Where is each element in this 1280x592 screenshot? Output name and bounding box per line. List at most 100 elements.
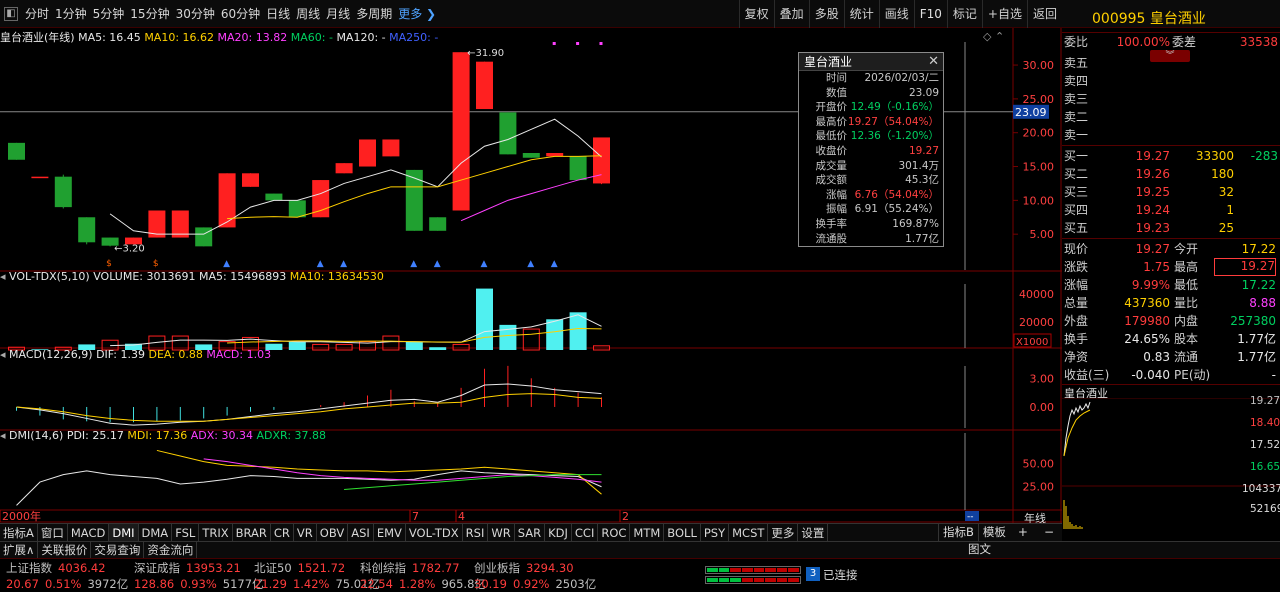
candle-body bbox=[195, 227, 213, 247]
index-item[interactable]: 科创综指 1782.77 22.54 1.28% 965.8亿 bbox=[360, 560, 486, 591]
indicator-tab[interactable]: ASI bbox=[348, 524, 374, 542]
indicator-tab[interactable]: CCI bbox=[572, 524, 599, 542]
stat-row: 外盘 179980 内盘 257380 bbox=[1062, 312, 1280, 330]
period-tab-month[interactable]: 月线 bbox=[323, 0, 353, 28]
stat-value-left: 0.83 bbox=[1143, 350, 1170, 364]
period-tab-day[interactable]: 日线 bbox=[263, 0, 293, 28]
tooltip-row: 振幅 6.91（55.24%） bbox=[799, 202, 943, 217]
indicator-b-tab[interactable]: 指标B bbox=[938, 524, 978, 541]
price-axis-label: 10.00 bbox=[1023, 194, 1055, 207]
tooltip-row-label: 换手率 bbox=[815, 217, 848, 230]
indicator-tab[interactable]: 指标A bbox=[0, 524, 38, 542]
window-menu-icon[interactable]: ◧ bbox=[4, 6, 18, 21]
indicator-tab[interactable]: DMI bbox=[109, 524, 139, 542]
connection-status: 已连接 bbox=[823, 568, 858, 582]
period-tab-week[interactable]: 周线 bbox=[293, 0, 323, 28]
indicator-tab[interactable]: MTM bbox=[630, 524, 665, 542]
index-pct: 1.28% bbox=[398, 577, 436, 591]
chevron-up-icon[interactable]: ⌃ bbox=[995, 30, 1004, 43]
period-tab-60min[interactable]: 60分钟 bbox=[218, 0, 263, 28]
indicator-tab[interactable]: WR bbox=[488, 524, 515, 542]
signal-marker-icon: ▲ bbox=[410, 259, 417, 269]
stat-row: 收益(三) -0.040 PE(动) - bbox=[1062, 366, 1280, 384]
period-tab-15min[interactable]: 15分钟 bbox=[127, 0, 172, 28]
signal-marker-icon: ▲ bbox=[223, 259, 230, 269]
indicator-tab[interactable]: 设置 bbox=[798, 524, 829, 542]
diamond-icon[interactable]: ◇ bbox=[983, 30, 991, 43]
multi-stock-button[interactable]: 多股 bbox=[808, 0, 844, 28]
add-watchlist-button[interactable]: +自选 bbox=[981, 0, 1027, 28]
f10-button[interactable]: F10 bbox=[913, 0, 947, 28]
buy-price: 19.26 bbox=[1135, 167, 1170, 181]
period-tab-fenshi[interactable]: 分时 bbox=[22, 0, 52, 28]
buy-row: 买五 19.23 25 bbox=[1062, 219, 1280, 237]
extension-tab[interactable]: 扩展∧ bbox=[0, 542, 39, 559]
tooltip-row: 成交量 301.4万 bbox=[799, 159, 943, 174]
extension-tab[interactable]: 资金流向 bbox=[144, 542, 198, 559]
indicator-tab[interactable]: BOLL bbox=[664, 524, 701, 542]
crosshair-price-label: 23.09 bbox=[1015, 106, 1047, 119]
extension-tab[interactable]: 交易查询 bbox=[91, 542, 145, 559]
draw-line-button[interactable]: 画线 bbox=[878, 0, 914, 28]
stat-row: 涨跌 1.75 最高 19.27 bbox=[1062, 258, 1280, 276]
indicator-tab[interactable]: DMA bbox=[139, 524, 173, 542]
close-icon[interactable]: ✕ bbox=[928, 54, 939, 69]
index-item[interactable]: 上证指数 4036.42 20.67 0.51% 3972亿 bbox=[6, 560, 128, 591]
stat-value-left: -0.040 bbox=[1131, 368, 1170, 382]
buy-level-label: 买五 bbox=[1064, 221, 1089, 235]
index-item[interactable]: 深证成指 13953.21 128.86 0.93% 5177亿 bbox=[134, 560, 264, 591]
period-tab-multi[interactable]: 多周期 bbox=[353, 0, 395, 28]
period-tab-30min[interactable]: 30分钟 bbox=[173, 0, 218, 28]
high-annotation: ←31.90 bbox=[467, 48, 504, 59]
tuwen-tab[interactable]: 图文 bbox=[968, 542, 991, 557]
sell-level-label: 卖五 bbox=[1064, 56, 1089, 70]
sell-price bbox=[1100, 108, 1170, 126]
index-pct: 0.51% bbox=[44, 577, 82, 591]
indicator-tab[interactable]: SAR bbox=[515, 524, 546, 542]
index-line2: 20.67 0.51% 3972亿 bbox=[6, 576, 128, 592]
buy-row: 买一 19.27 33300 -283 bbox=[1062, 147, 1280, 165]
period-tab-5min[interactable]: 5分钟 bbox=[90, 0, 128, 28]
buy-change bbox=[1234, 201, 1278, 219]
template-tab[interactable]: 模板 bbox=[977, 524, 1010, 541]
indicator-tab[interactable]: 更多 bbox=[768, 524, 799, 542]
index-item[interactable]: 北证50 1521.72 21.29 1.42% 75.01亿 bbox=[254, 560, 380, 591]
indicator-tab[interactable]: VR bbox=[294, 524, 317, 542]
indicator-tab[interactable]: VOL-TDX bbox=[406, 524, 463, 542]
stats-button[interactable]: 统计 bbox=[843, 0, 879, 28]
indicator-tab[interactable]: OBV bbox=[317, 524, 349, 542]
indicator-tab[interactable]: MCST bbox=[729, 524, 769, 542]
buy-volume: 1 bbox=[1226, 203, 1234, 217]
indicator-tab[interactable]: KDJ bbox=[545, 524, 572, 542]
indicator-tab[interactable]: PSY bbox=[701, 524, 730, 542]
indicator-tab[interactable]: 窗口 bbox=[38, 524, 68, 542]
candle-body bbox=[218, 173, 236, 228]
indicator-tab[interactable]: TRIX bbox=[199, 524, 233, 542]
fuquan-button[interactable]: 复权 bbox=[738, 0, 774, 28]
add-pane-button[interactable]: + bbox=[1010, 524, 1036, 541]
mini-axis-3: 16.65 bbox=[1250, 461, 1280, 473]
back-button[interactable]: 返回 bbox=[1026, 0, 1062, 28]
intraday-mini-chart[interactable] bbox=[1062, 398, 1280, 530]
indicator-tab[interactable]: FSL bbox=[172, 524, 200, 542]
overlay-button[interactable]: 叠加 bbox=[773, 0, 809, 28]
indicator-tab[interactable]: RSI bbox=[463, 524, 489, 542]
mark-button[interactable]: 标记 bbox=[946, 0, 982, 28]
indicator-tab[interactable]: CR bbox=[271, 524, 294, 542]
period-tab-1min[interactable]: 1分钟 bbox=[52, 0, 90, 28]
volume-bar bbox=[405, 341, 423, 350]
connection-count: 3 bbox=[806, 567, 820, 581]
indicator-tab[interactable]: ROC bbox=[598, 524, 631, 542]
top-signal-dot bbox=[599, 42, 603, 45]
index-pct: 0.93% bbox=[180, 577, 217, 591]
remove-pane-button[interactable]: − bbox=[1036, 524, 1062, 541]
index-item[interactable]: 创业板指 3294.30 30.19 0.92% 2503亿 bbox=[474, 560, 596, 591]
indicator-tab[interactable]: BRAR bbox=[233, 524, 271, 542]
indicator-tab[interactable]: EMV bbox=[374, 524, 406, 542]
collapse-chevron-icon[interactable]: ︾ bbox=[1150, 50, 1190, 62]
index-name: 深证成指 bbox=[134, 561, 180, 575]
extension-tab[interactable]: 关联报价 bbox=[38, 542, 92, 559]
indicator-tab[interactable]: MACD bbox=[68, 524, 110, 542]
more-periods-button[interactable]: 更多 ❯ bbox=[395, 0, 439, 28]
tooltip-row-value: 6.91（55.24%） bbox=[854, 203, 939, 216]
